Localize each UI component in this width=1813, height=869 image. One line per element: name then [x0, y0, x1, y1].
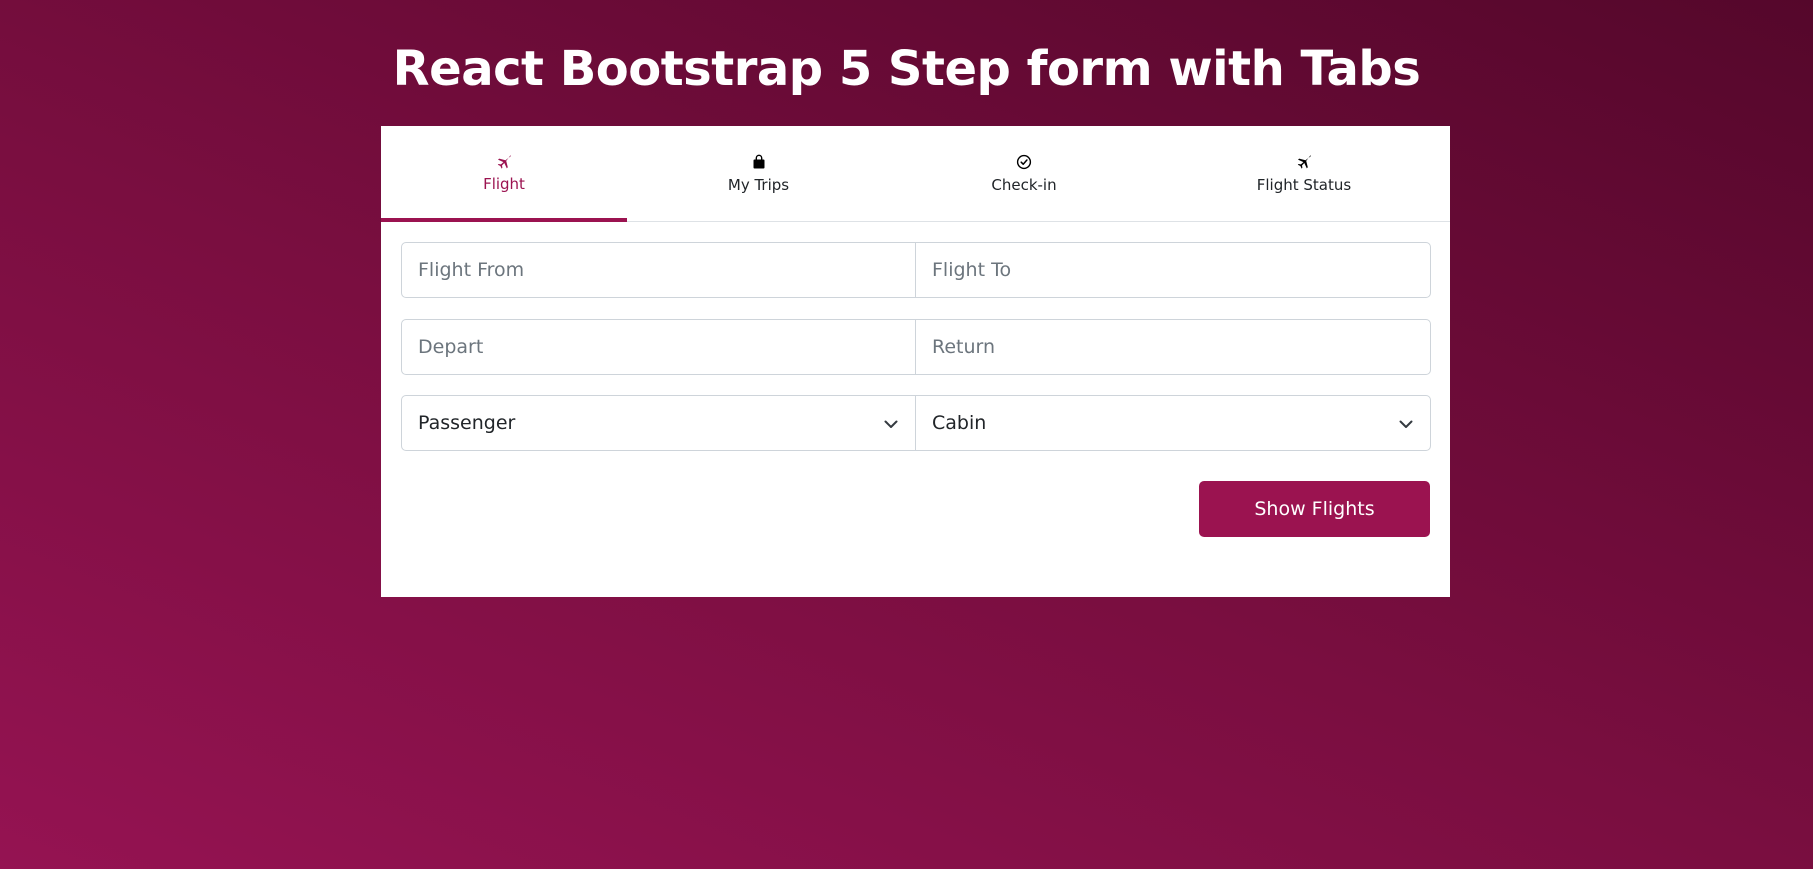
tab-check-in[interactable]: Check-in: [890, 126, 1158, 221]
dates-row: [401, 319, 1431, 375]
plane-icon: [497, 155, 511, 169]
flight-to-input[interactable]: [915, 242, 1431, 298]
show-flights-button[interactable]: Show Flights: [1199, 481, 1430, 537]
tab-my-trips[interactable]: My Trips: [627, 126, 890, 221]
depart-input[interactable]: [401, 319, 916, 375]
chevron-down-icon: [1399, 420, 1413, 428]
tab-label: Check-in: [991, 175, 1057, 194]
flight-from-input[interactable]: [401, 242, 916, 298]
cabin-select-value: Cabin: [932, 412, 987, 434]
chevron-down-icon: [884, 420, 898, 428]
tab-label: Flight: [483, 175, 525, 193]
tab-bar: Flight My Trips Check-in Flight Status: [381, 126, 1450, 222]
cabin-select[interactable]: Cabin: [915, 395, 1431, 451]
options-row: Passenger Cabin: [401, 395, 1431, 451]
tab-label: My Trips: [727, 175, 790, 194]
tab-label: Flight Status: [1256, 175, 1352, 194]
plane-icon: [1297, 154, 1311, 169]
passenger-select-value: Passenger: [418, 412, 516, 434]
tab-flight[interactable]: Flight: [381, 126, 627, 222]
shopping-bag-icon: [753, 154, 764, 168]
route-row: [401, 242, 1431, 298]
tab-flight-status[interactable]: Flight Status: [1158, 126, 1450, 221]
check-circle-icon: [1016, 154, 1032, 169]
page-title: React Bootstrap 5 Step form with Tabs: [392, 41, 1421, 97]
booking-card: Flight My Trips Check-in Flight Status F…: [381, 126, 1450, 597]
return-input[interactable]: [915, 319, 1431, 375]
passenger-select[interactable]: Passenger: [401, 395, 916, 451]
